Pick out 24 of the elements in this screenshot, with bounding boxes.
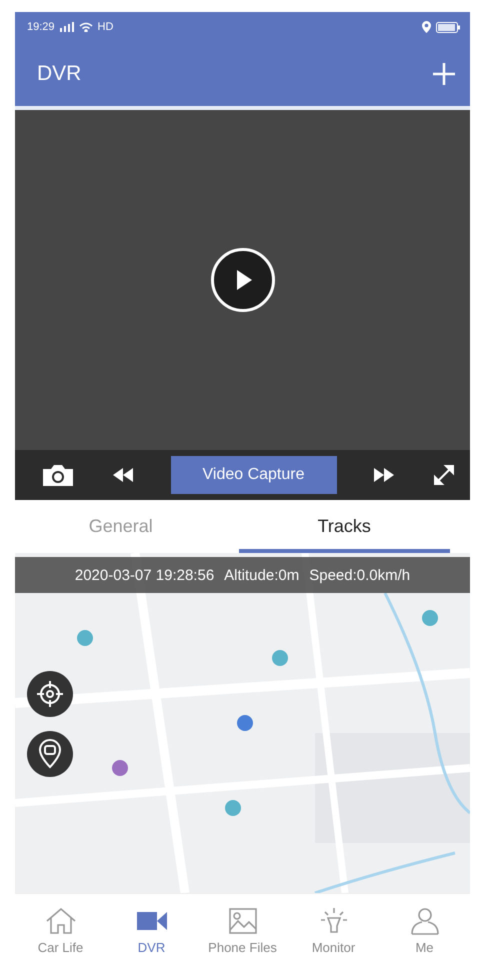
fast-forward-button[interactable] [374,468,394,482]
track-speed: Speed:0.0km/h [309,566,410,584]
nav-item[interactable]: Car Life [15,894,106,966]
track-timestamp: 2020-03-07 19:28:56 [74,566,214,584]
home-icon [44,906,78,936]
nav-item[interactable]: DVR [106,894,197,966]
rewind-button[interactable] [112,468,133,482]
fullscreen-button[interactable] [432,463,456,487]
nav-item[interactable]: Monitor [288,894,379,966]
location-icon [422,21,431,33]
crosshair-icon [36,680,64,708]
video-capture-button[interactable]: Video Capture [170,456,336,494]
camera-button[interactable] [41,463,75,487]
signal-icon [60,22,74,32]
add-button[interactable] [432,62,456,86]
nav-item[interactable]: Me [379,894,470,966]
map-pin-icon [37,739,63,769]
wifi-icon [78,22,93,32]
battery-icon [436,22,460,32]
network-label: HD [98,21,114,33]
page-title: DVR [37,62,82,86]
status-time: 19:29 [27,21,55,33]
nav-item[interactable]: Phone Files [197,894,288,966]
track-altitude: Altitude:0m [224,566,300,584]
